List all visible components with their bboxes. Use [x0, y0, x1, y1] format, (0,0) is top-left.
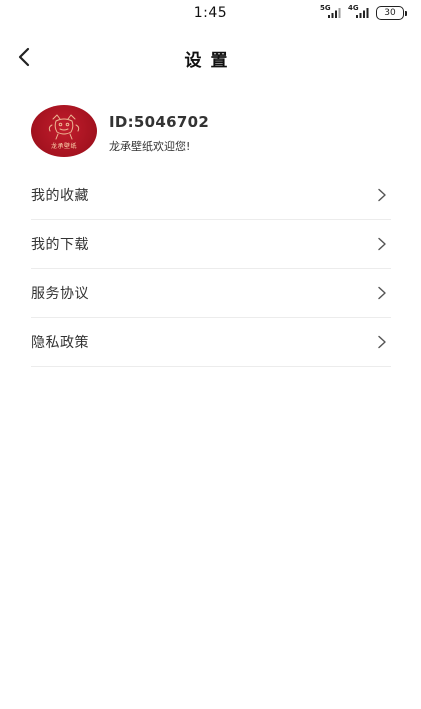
menu-item-label: 我的收藏: [31, 188, 89, 204]
menu-item-downloads[interactable]: 我的下载: [31, 220, 391, 269]
signal-4g-icon: 4G: [348, 4, 372, 20]
page-title: 设置: [184, 51, 237, 71]
battery-level: 30: [376, 6, 404, 20]
menu-item-label: 我的下载: [31, 237, 89, 253]
menu-item-service-agreement[interactable]: 服务协议: [31, 269, 391, 318]
avatar-brand-text: 龙承壁纸: [50, 143, 77, 150]
settings-menu: 我的收藏 我的下载 服务协议 隐私政策: [31, 171, 391, 367]
menu-item-favorites[interactable]: 我的收藏: [31, 171, 391, 220]
chevron-right-icon: [378, 286, 386, 300]
status-icons: 5G 4G 30: [320, 4, 407, 20]
menu-item-label: 服务协议: [31, 286, 89, 302]
chevron-right-icon: [378, 188, 386, 202]
profile-card: 龙承壁纸 ID:5046702 龙承壁纸欢迎您!: [31, 105, 391, 161]
menu-item-label: 隐私政策: [31, 335, 89, 351]
status-bar: 1:45 5G 4G 30: [0, 0, 421, 26]
chevron-right-icon: [378, 237, 386, 251]
menu-item-privacy-policy[interactable]: 隐私政策: [31, 318, 391, 367]
welcome-text: 龙承壁纸欢迎您!: [109, 140, 191, 153]
chevron-right-icon: [378, 335, 386, 349]
battery-icon: 30: [376, 6, 407, 20]
user-id: ID:5046702: [109, 113, 210, 131]
signal-5g-icon: 5G: [320, 4, 344, 20]
header: 设置: [0, 38, 421, 78]
avatar: 龙承壁纸: [31, 105, 97, 157]
